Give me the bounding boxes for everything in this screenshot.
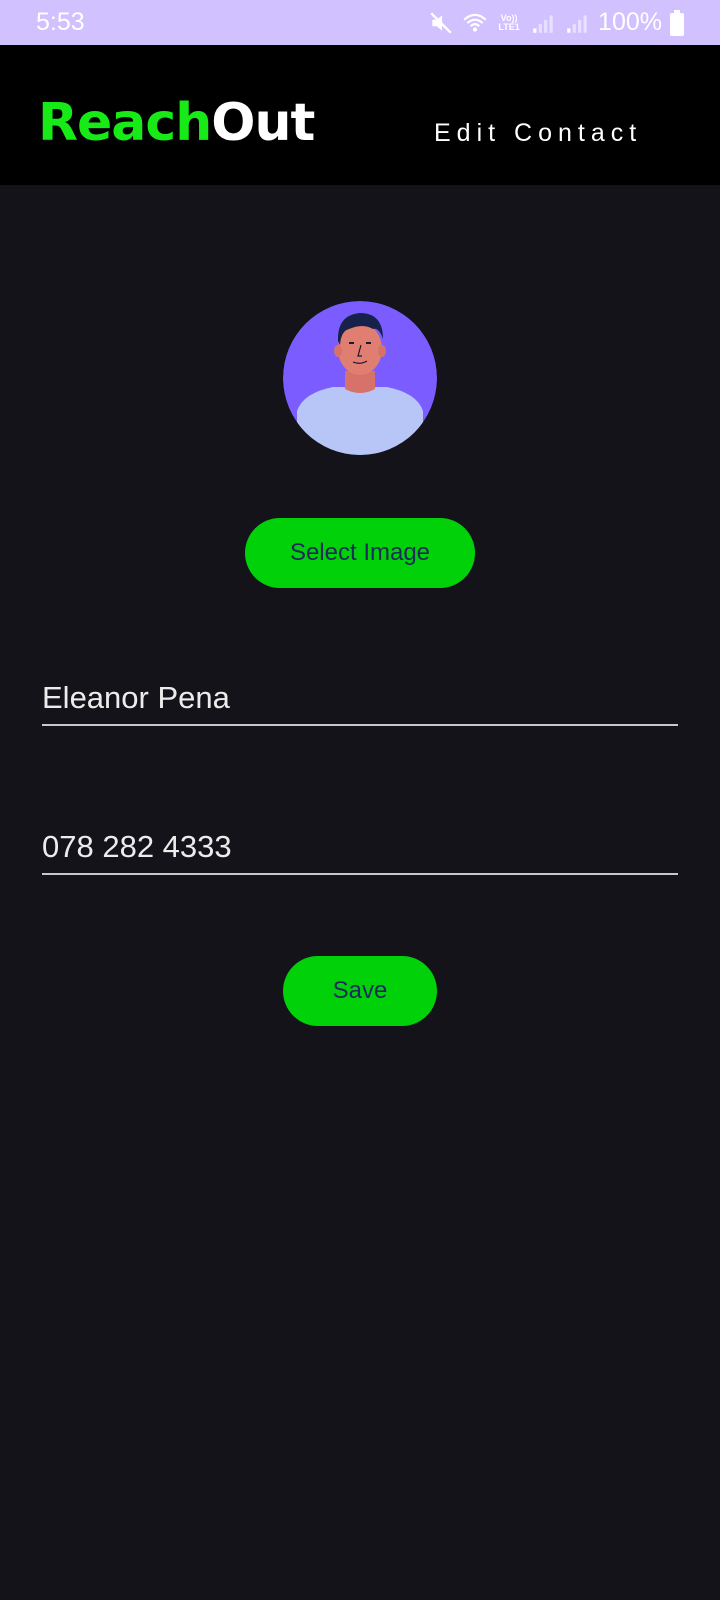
phone-field[interactable]: 078 282 4333: [42, 829, 678, 875]
app-bar: ReachOut Edit Contact: [0, 45, 720, 185]
battery-percent: 100%: [598, 8, 662, 36]
status-bar: 5:53 Vo)) LTE1 100%: [0, 0, 720, 45]
volte-bottom-label: LTE1: [498, 21, 520, 32]
logo-out: Out: [211, 93, 315, 153]
avatar-person-icon: [283, 301, 437, 455]
signal-icon: [567, 14, 587, 33]
app-logo: ReachOut: [38, 97, 315, 149]
save-button[interactable]: Save: [283, 956, 437, 1026]
status-time: 5:53: [36, 8, 85, 36]
volte-icon: Vo)) LTE1: [496, 13, 522, 32]
wifi-icon: [463, 13, 487, 32]
status-icons: Vo)) LTE1 100%: [428, 8, 684, 37]
signal-icon: [533, 14, 553, 33]
select-image-button[interactable]: Select Image: [245, 518, 475, 588]
battery-icon: [670, 9, 684, 36]
mute-icon: [430, 11, 452, 34]
name-field[interactable]: Eleanor Pena: [42, 680, 678, 726]
logo-reach: Reach: [38, 93, 212, 153]
contact-avatar: [283, 301, 437, 455]
page-title: Edit Contact: [434, 119, 643, 147]
